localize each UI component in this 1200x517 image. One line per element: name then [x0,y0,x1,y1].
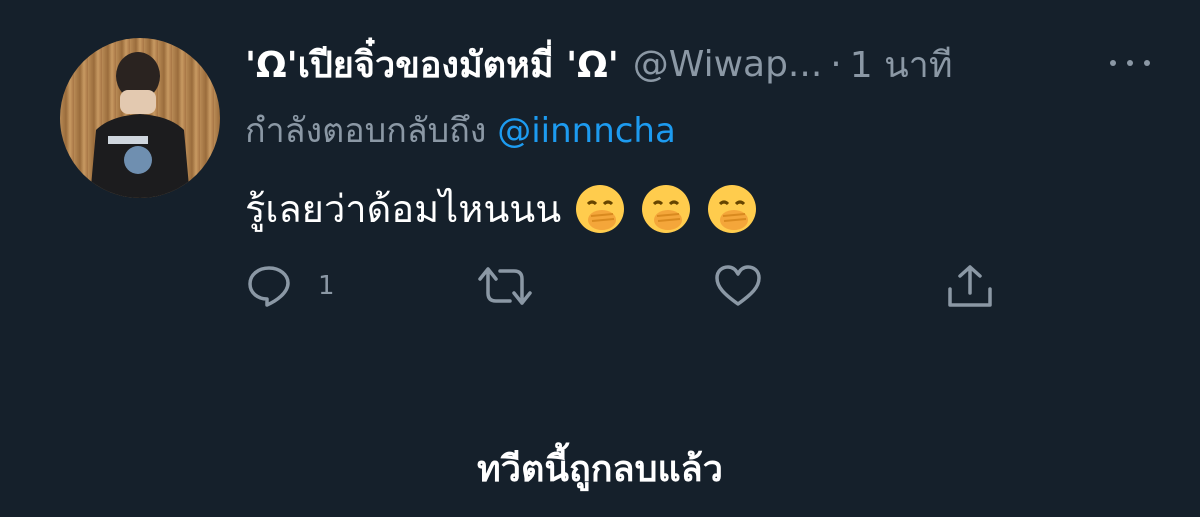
avatar-photo [90,52,190,198]
heart-icon [715,265,761,306]
deleted-tweet-notice: ทวีตนี้ถูกลบแล้ว [477,449,723,490]
face-with-hand-over-mouth-icon [708,184,757,233]
replying-to: กำลังตอบกลับถึง @iinnncha [245,103,676,157]
more-options-icon[interactable] [1110,48,1150,78]
separator-dot: · [830,43,842,85]
like-button[interactable] [714,262,762,310]
replying-to-label: กำลังตอบกลับถึง [245,111,487,151]
avatar[interactable] [60,38,220,198]
user-handle[interactable]: @Wiwap... [633,44,823,85]
timestamp[interactable]: 1 นาที [850,36,953,93]
retweet-button[interactable] [478,262,532,310]
retweet-icon [478,267,532,305]
tweet-body: รู้เลยว่าด้อมไหนนน [245,187,562,231]
reply-icon [248,266,290,307]
display-name[interactable]: 'Ω'เปียจิ๋วของมัตหมี่ 'Ω' [245,36,619,93]
share-icon [948,265,992,307]
reply-button[interactable]: 1 [246,262,335,310]
face-with-hand-over-mouth-icon [642,184,691,233]
tweet-header: 'Ω'เปียจิ๋วของมัตหมี่ 'Ω' @Wiwap... · 1 … [245,36,1165,92]
tweet-text: รู้เลยว่าด้อมไหนนน [245,178,759,239]
share-button[interactable] [946,262,994,310]
face-with-hand-over-mouth-icon [576,184,625,233]
replying-to-mention[interactable]: @iinnncha [497,111,676,151]
reply-count: 1 [318,271,335,301]
